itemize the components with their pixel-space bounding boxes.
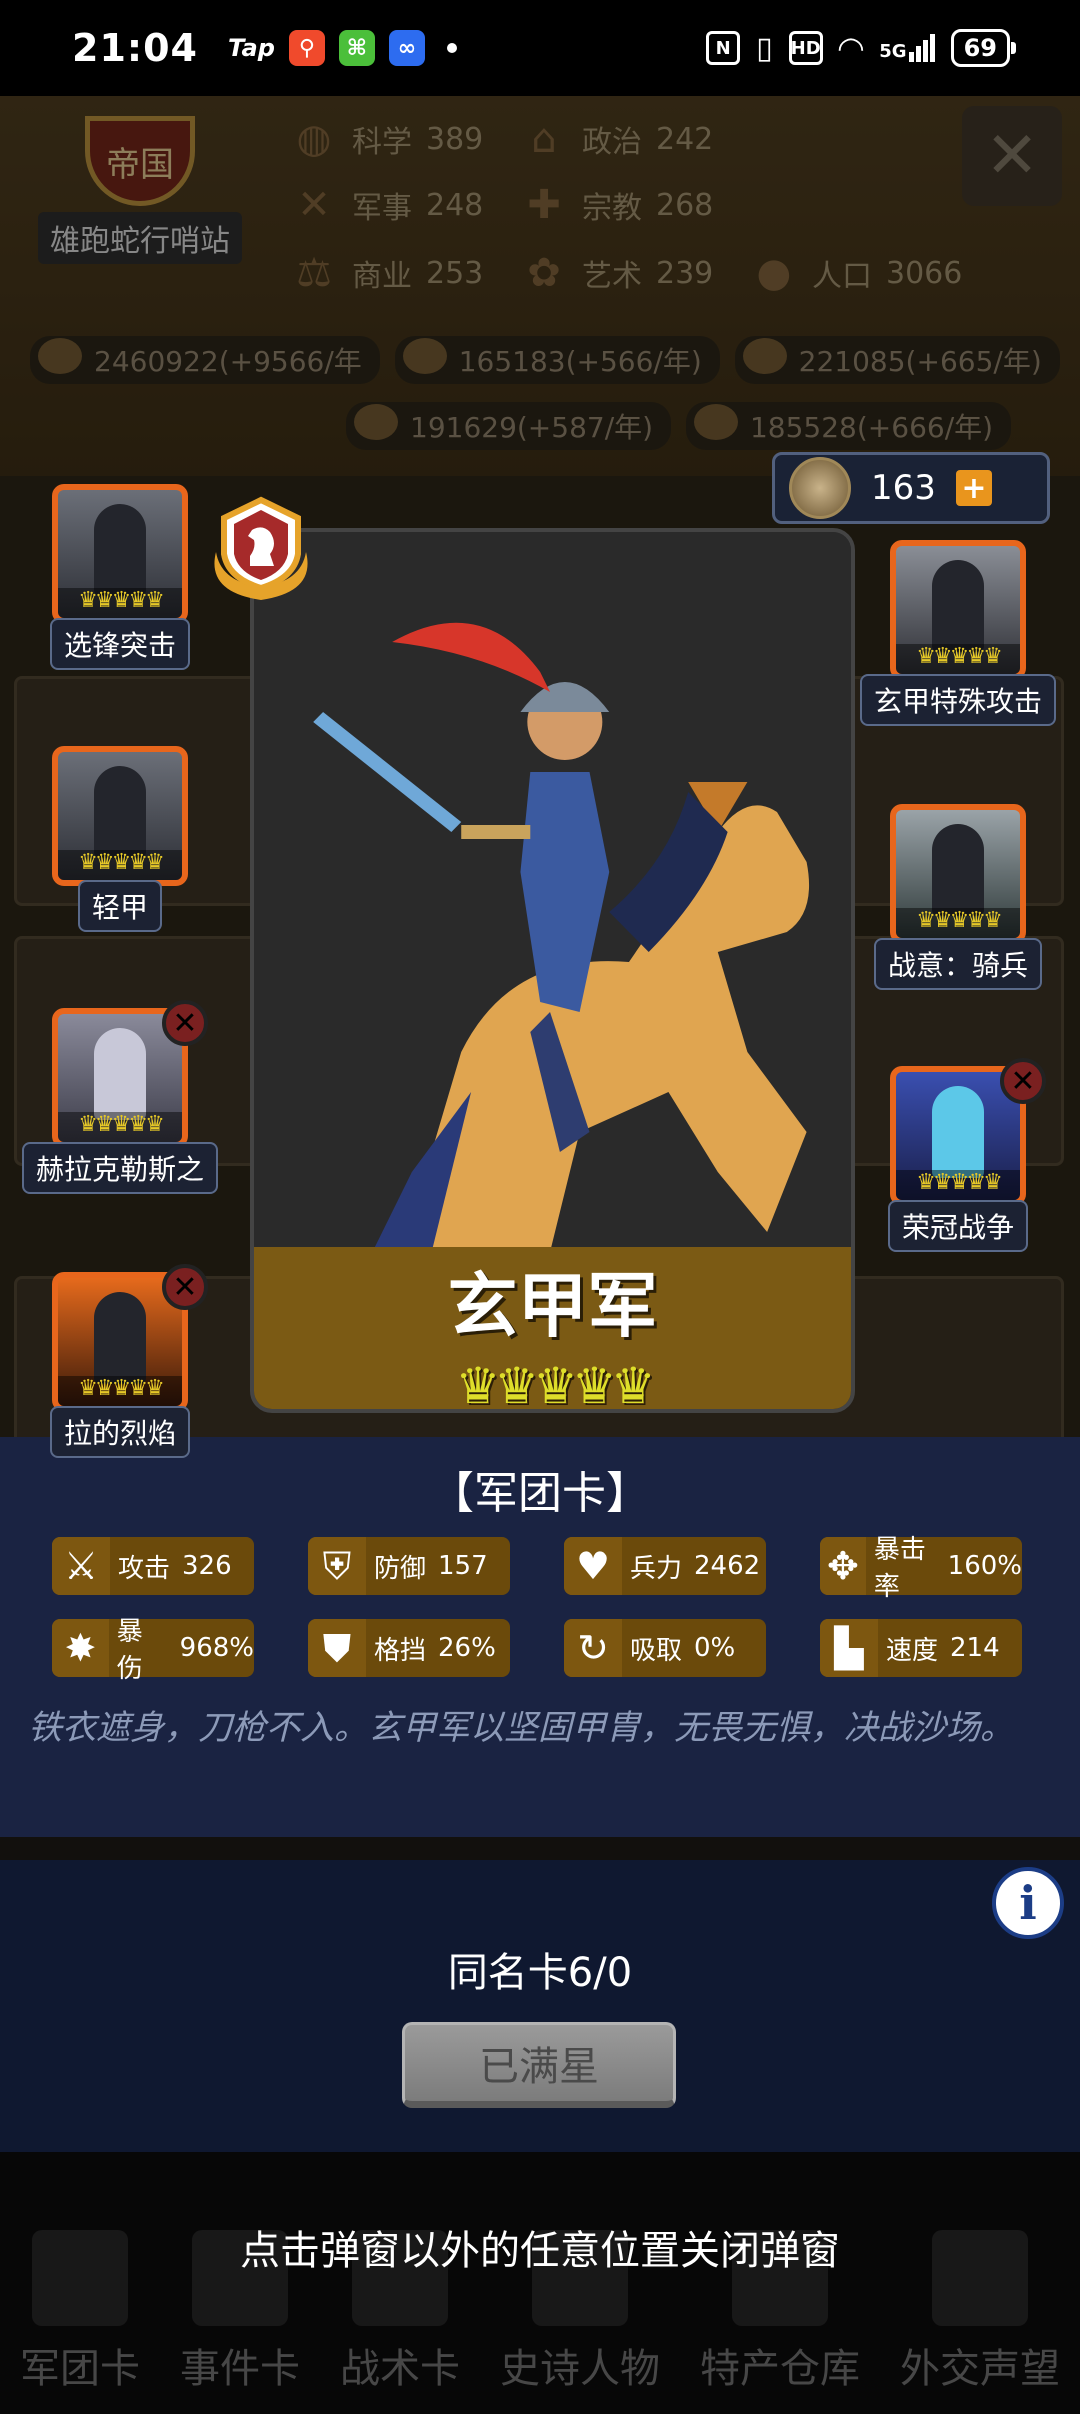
skill-card-heracles[interactable]: ✕ ♛♛♛♛♛ 赫拉克勒斯之 — [22, 1000, 219, 1194]
stat-crit-damage: ✸ 暴伤 968% — [52, 1617, 254, 1684]
drain-icon: ↻ — [564, 1619, 622, 1677]
block-icon: ⛊ — [308, 1619, 366, 1677]
card-name-band: 玄甲军 ♛♛♛♛♛ — [254, 1247, 851, 1413]
vibrate-icon: ▯ — [756, 30, 773, 66]
status-app-icons: Tap ⚲ ⌘ ∞ — [228, 30, 457, 66]
stat-lifesteal: ↻ 吸取 0% — [564, 1619, 766, 1677]
skill-card-vanguard-charge[interactable]: ♛♛♛♛♛ 选锋突击 — [30, 484, 210, 670]
card-description: 铁衣遮身，刀枪不入。玄甲军以坚固甲胄，无畏无惧，决战沙场。 — [28, 1708, 1014, 1748]
card-type-title: 【军团卡】 — [430, 1468, 650, 1519]
crit-icon: ✥ — [820, 1537, 866, 1595]
status-indicators: N ▯ HD ◠ 5G 69 — [706, 29, 1017, 67]
skill-art: ♛♛♛♛♛ — [52, 484, 188, 624]
stat-speed: ▙ 速度 214 — [820, 1619, 1022, 1677]
skill-card-xuanjia-special[interactable]: ♛♛♛♛♛ 玄甲特殊攻击 — [860, 540, 1057, 726]
status-time: 21:04 — [72, 26, 198, 70]
notification-dot — [446, 43, 457, 53]
stat-attack: ⚔ 攻击 326 — [52, 1537, 254, 1595]
status-bar: 21:04 Tap ⚲ ⌘ ∞ N ▯ HD ◠ 5G 69 — [0, 0, 1080, 96]
app-green-icon: ⌘ — [338, 30, 375, 66]
signal-icon: 5G — [879, 34, 935, 62]
skill-label: 轻甲 — [77, 880, 162, 932]
nfc-icon: N — [706, 31, 741, 65]
card-star-crowns: ♛♛♛♛♛ — [455, 1356, 655, 1413]
stat-block: ⛊ 格挡 26% — [308, 1619, 510, 1677]
knight-rank-icon — [214, 496, 308, 600]
cavalry-rider-art — [254, 532, 851, 1252]
skill-crowns: ♛♛♛♛♛ — [58, 588, 182, 618]
legion-card[interactable]: 玄甲军 ♛♛♛♛♛ — [250, 528, 855, 1413]
skill-label: 荣冠战争 — [887, 1200, 1028, 1252]
skill-label: 战意：骑兵 — [873, 938, 1042, 990]
stat-crit-rate: ✥ 暴击率 160% — [820, 1535, 1022, 1602]
info-icon[interactable]: i — [992, 1867, 1064, 1939]
stat-defense: ⛨ 防御 157 — [308, 1537, 510, 1595]
app-orange-icon: ⚲ — [288, 30, 325, 66]
heart-icon: ♥ — [564, 1537, 622, 1595]
upgrade-panel — [0, 1860, 1080, 2152]
skill-card-cavalry-spirit[interactable]: ♛♛♛♛♛ 战意：骑兵 — [868, 804, 1048, 990]
skill-label: 拉的烈焰 — [49, 1406, 190, 1458]
skill-label: 赫拉克勒斯之 — [22, 1142, 219, 1194]
skill-card-ra-flame[interactable]: ✕ ♛♛♛♛♛ 拉的烈焰 — [30, 1264, 210, 1458]
card-info-panel: 【军团卡】 ⚔ 攻击 326 ⛨ 防御 157 ♥ 兵力 2462 ✥ 暴击率 160% ✸ 暴伤… — [0, 1437, 1080, 1837]
remove-skill-icon[interactable]: ✕ — [162, 1264, 208, 1310]
signal-label: 5G — [879, 41, 907, 62]
max-star-button[interactable]: 已满星 — [402, 2022, 676, 2108]
boot-icon: ▙ — [820, 1619, 878, 1677]
app-blue-icon: ∞ — [388, 30, 425, 66]
battery-indicator: 69 — [950, 29, 1017, 67]
stat-troops: ♥ 兵力 2462 — [564, 1537, 766, 1595]
burst-icon: ✸ — [52, 1619, 109, 1677]
taptap-icon: Tap — [227, 34, 275, 62]
add-coins-button[interactable]: + — [955, 470, 992, 506]
skill-card-light-armor[interactable]: ♛♛♛♛♛ 轻甲 — [30, 746, 210, 932]
skill-card-glory-war[interactable]: ✕ ♛♛♛♛♛ 荣冠战争 — [868, 1058, 1048, 1252]
skill-label: 玄甲特殊攻击 — [860, 674, 1057, 726]
duplicate-card-count: 同名卡6/0 — [447, 1950, 633, 1996]
coins-counter: 163 + — [772, 452, 1050, 524]
shield-icon: ⛨ — [308, 1537, 366, 1595]
skill-art: ♛♛♛♛♛ — [890, 540, 1026, 680]
skill-label: 选锋突击 — [49, 618, 190, 670]
hd-icon: HD — [788, 31, 823, 65]
remove-skill-icon[interactable]: ✕ — [162, 1000, 208, 1046]
coins-value: 163 — [871, 468, 936, 508]
skill-art: ♛♛♛♛♛ — [52, 746, 188, 886]
wifi-icon: ◠ — [838, 29, 864, 67]
sword-icon: ⚔ — [52, 1537, 110, 1595]
remove-skill-icon[interactable]: ✕ — [1000, 1058, 1046, 1104]
coin-crest-icon — [789, 457, 851, 519]
skill-art: ♛♛♛♛♛ — [890, 804, 1026, 944]
close-hint: 点击弹窗以外的任意位置关闭弹窗 — [240, 2228, 840, 2274]
card-title: 玄甲军 — [447, 1264, 658, 1347]
